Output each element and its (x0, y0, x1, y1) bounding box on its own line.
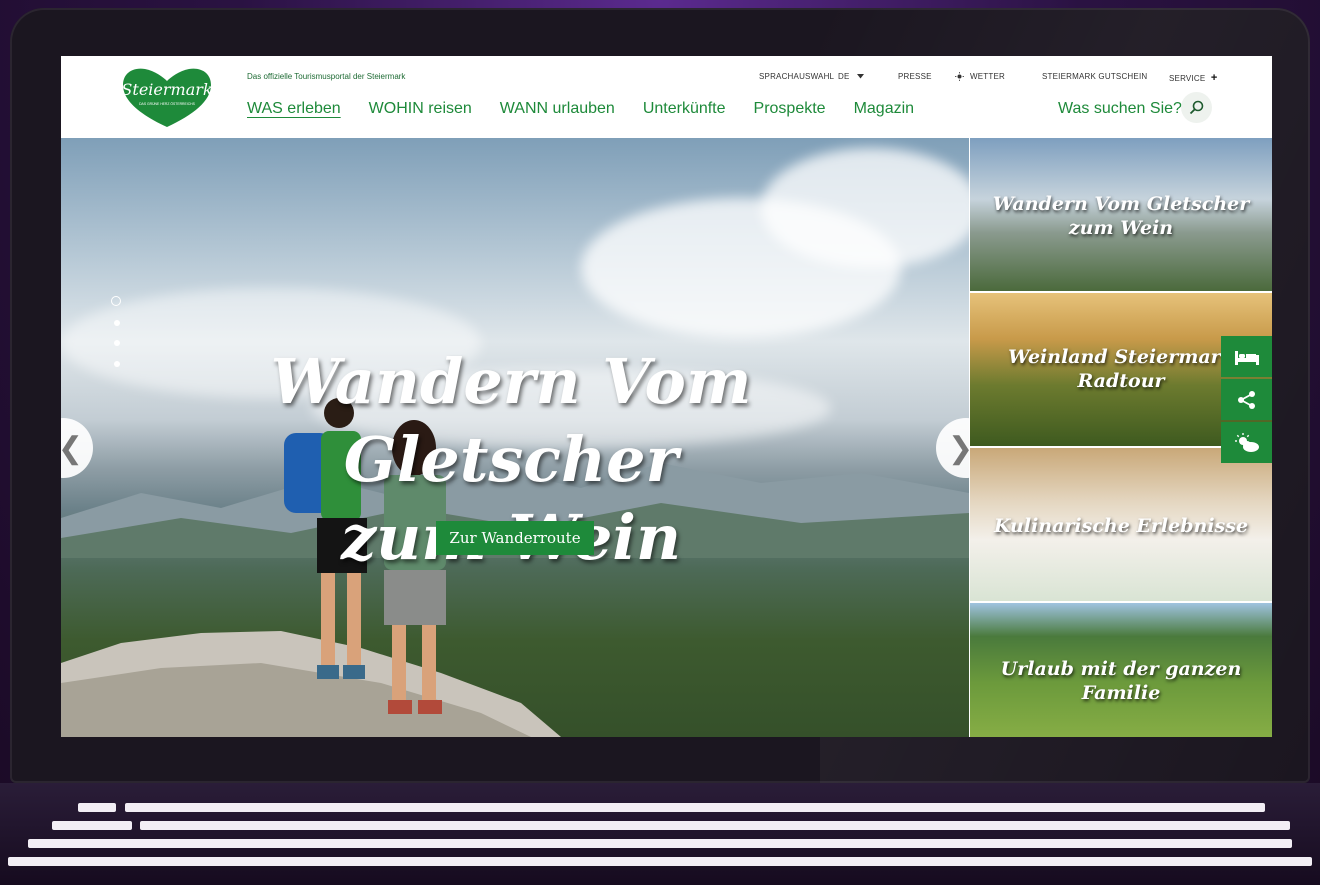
steiermark-logo[interactable]: Steiermark DAS GRÜNE HERZ ÖSTERREICHS (121, 67, 213, 129)
nav-unterkuenfte[interactable]: Unterkünfte (643, 100, 726, 118)
wetter-link[interactable]: WETTER (955, 72, 1005, 82)
site-tagline: Das offizielle Tourismusportal der Steie… (247, 72, 406, 81)
hero-title-line1: Wandern Vom Gletscher (270, 345, 752, 496)
svg-text:Steiermark: Steiermark (121, 80, 212, 99)
hero-cta-button[interactable]: Zur Wanderroute (436, 521, 594, 555)
wetter-label: WETTER (970, 72, 1005, 81)
sun-icon (955, 72, 964, 82)
slide-dot[interactable] (114, 340, 120, 346)
service-link[interactable]: SERVICE + (1169, 72, 1217, 84)
svg-text:DAS GRÜNE HERZ ÖSTERREICHS: DAS GRÜNE HERZ ÖSTERREICHS (139, 102, 196, 106)
tile-familie[interactable]: Urlaub mit der ganzen Familie (970, 603, 1272, 737)
laptop-screen: Steiermark DAS GRÜNE HERZ ÖSTERREICHS Da… (61, 56, 1272, 737)
language-value: DE (838, 72, 850, 81)
gutschein-link[interactable]: STEIERMARK GUTSCHEIN (1042, 72, 1147, 81)
slide-dot-active[interactable] (111, 296, 121, 306)
keyboard-key-row (52, 821, 132, 830)
search-label[interactable]: Was suchen Sie? (1058, 100, 1182, 118)
nav-was-erleben[interactable]: WAS erleben (247, 100, 341, 118)
hero-slider: Wandern Vom Gletscher zum Wein Zur Wande… (61, 138, 969, 737)
keyboard-key-row (78, 803, 116, 812)
laptop-keyboard-deck (0, 783, 1320, 885)
bed-icon (1234, 350, 1259, 365)
service-label: SERVICE (1169, 74, 1206, 83)
accommodation-button[interactable] (1221, 336, 1272, 377)
tile-title: Wandern Vom Gletscher zum Wein (992, 193, 1250, 239)
tile-kulinarisch[interactable]: Kulinarische Erlebnisse (970, 448, 1272, 601)
nav-wohin-reisen[interactable]: WOHIN reisen (369, 100, 472, 118)
chevron-left-icon: ❮ (61, 431, 83, 466)
tile-title: Kulinarische Erlebnisse (993, 515, 1249, 537)
keyboard-key-row (140, 821, 1290, 830)
nav-prospekte[interactable]: Prospekte (754, 100, 826, 118)
slide-dot[interactable] (114, 361, 120, 367)
chevron-right-icon: ❯ (948, 431, 969, 466)
main-nav: WAS erleben WOHIN reisen WANN urlauben U… (247, 100, 914, 118)
weather-button[interactable] (1221, 422, 1272, 463)
slide-dot[interactable] (114, 320, 120, 326)
tile-wandern[interactable]: Wandern Vom Gletscher zum Wein (970, 138, 1272, 291)
hero-cloud (761, 148, 969, 268)
presse-link[interactable]: PRESSE (898, 72, 932, 81)
tile-title: Urlaub mit der ganzen Familie (1000, 658, 1242, 704)
plus-icon: + (1210, 72, 1218, 84)
search-button[interactable] (1181, 92, 1212, 123)
keyboard-key-row (125, 803, 1265, 812)
weather-icon (1234, 432, 1259, 452)
site-header: Steiermark DAS GRÜNE HERZ ÖSTERREICHS Da… (61, 56, 1272, 138)
nav-wann-urlauben[interactable]: WANN urlauben (500, 100, 615, 118)
language-selector[interactable]: DE (838, 72, 864, 81)
nav-magazin[interactable]: Magazin (854, 100, 914, 118)
language-label: SPRACHAUSWAHL (759, 72, 835, 81)
search-icon (1189, 100, 1204, 115)
caret-down-icon (856, 74, 864, 79)
keyboard-key-row (28, 839, 1292, 848)
keyboard-key-row (8, 857, 1312, 866)
share-icon (1237, 390, 1255, 409)
share-button[interactable] (1221, 379, 1272, 420)
